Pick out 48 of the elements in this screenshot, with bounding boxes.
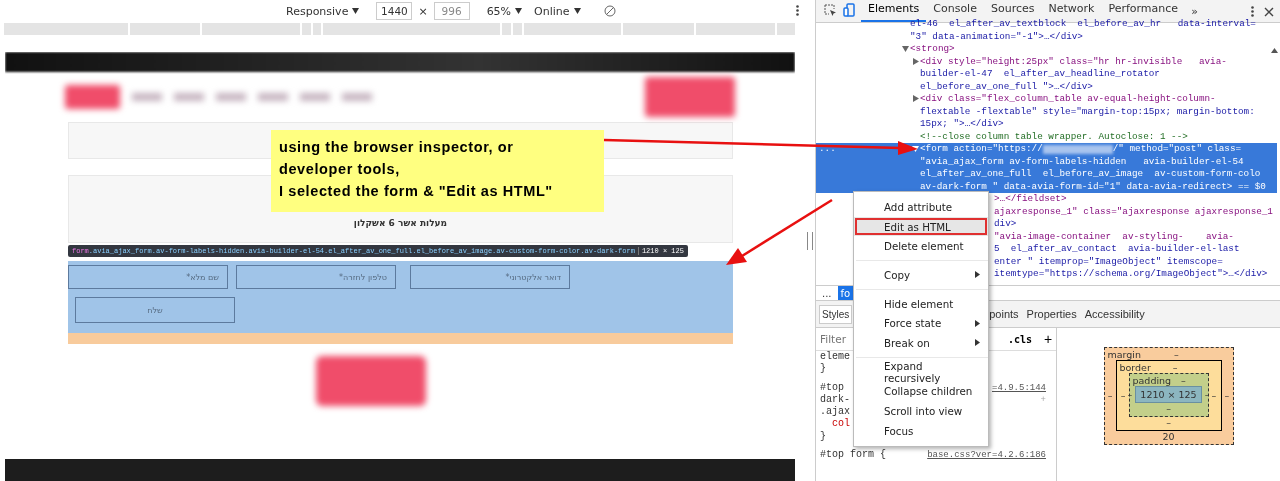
box-value: – xyxy=(1127,389,1133,400)
code-line: <form action="https:// xyxy=(920,143,1043,156)
box-label: border xyxy=(1119,362,1151,373)
code-line: 15px; ">…</div> xyxy=(920,118,1004,131)
code-line: builder-el-47 el_after_av_headline_rotator xyxy=(920,68,1160,81)
box-value: – xyxy=(1107,390,1113,401)
box-value: – xyxy=(1173,349,1179,360)
code-line: el_after_av_one_full el_before_av_image av-custom-form-colo xyxy=(920,168,1261,181)
box-value: – xyxy=(1224,390,1230,401)
code-line: av-dark-form " data-avia-form-id="1" data-avia-redirect> == $0 xyxy=(920,180,1266,193)
box-value: – xyxy=(1181,375,1186,386)
css-selector: #top xyxy=(820,381,844,394)
code-line: "avia-image-container av-styling- avia- xyxy=(994,230,1234,243)
code-line: /" method="post" class= xyxy=(1112,143,1242,156)
box-value: – xyxy=(1172,362,1178,373)
code-line: itemtype="https://schema.org/ImageObject">…</div> xyxy=(994,268,1268,281)
annotation-note: using the browser inspector, or developer tools, I selected the form & "Edit as HTML" xyxy=(271,130,604,212)
box-value: 20 xyxy=(1162,431,1175,442)
code-line: "3" data-animation="-1">…</div> xyxy=(910,30,1083,43)
box-label: padding xyxy=(1132,375,1172,386)
code-line: ajaxresponse_1" class="ajaxresponse ajaxresponse_1 xyxy=(994,205,1273,218)
address-text: מעלות אשר 6 אשקלון xyxy=(353,218,448,228)
css-selector: eleme xyxy=(820,351,850,363)
content-size: 1210 × 125 xyxy=(1135,386,1202,403)
css-selector: .ajax xyxy=(820,406,850,418)
box-value: – xyxy=(1204,389,1210,400)
box-value: – xyxy=(1211,389,1217,401)
code-line: "avia_ajax_form av-form-labels-hidden avia-builder-el-54 xyxy=(920,155,1244,168)
code-line: <strong> xyxy=(910,43,955,56)
closing-brace: } xyxy=(820,430,826,444)
box-label: margin xyxy=(1107,349,1141,360)
css-selector: dark- xyxy=(820,393,850,406)
code-line: <div class="flex_column_table av-equal-height-column- xyxy=(920,93,1216,106)
closing-brace: } xyxy=(820,363,826,376)
code-line: enter " itemprop="ImageObject" itemscope= xyxy=(994,255,1223,268)
code-line: 5 el_after_av_contact avia-builder-el-last xyxy=(994,243,1240,256)
box-value: – xyxy=(1120,389,1126,401)
code-line: flextable -flextable" style="margin-top:15px; margin-bottom: xyxy=(920,105,1255,118)
dimension-separator: × xyxy=(418,4,428,18)
code-line: el_before_av_one_full ">…</div> xyxy=(920,80,1093,93)
code-line: <div style="height:25px" class="hr hr-invisible avia- xyxy=(920,55,1227,68)
box-value: – xyxy=(1166,403,1171,414)
code-line: div> xyxy=(994,218,1017,231)
code-line: >…</fieldset> xyxy=(994,193,1067,206)
code-line: <!--close column table wrapper. Autoclose: 1 --> xyxy=(920,130,1188,143)
css-selector: #top form { xyxy=(820,449,886,462)
box-value: – xyxy=(1166,417,1171,428)
css-property: col xyxy=(831,418,850,431)
